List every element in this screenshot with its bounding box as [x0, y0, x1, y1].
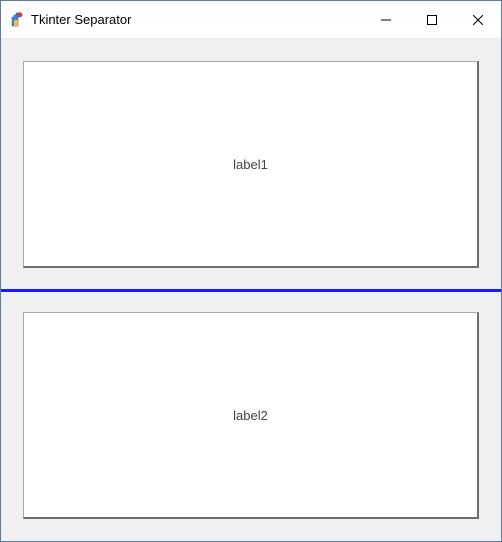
minimize-icon	[381, 15, 391, 25]
client-area: label1 label2	[1, 39, 501, 541]
separator-row	[1, 268, 501, 312]
maximize-button[interactable]	[409, 1, 455, 38]
app-icon	[9, 12, 25, 28]
label1-panel: label1	[23, 61, 479, 268]
app-window: Tkinter Separator label1	[0, 0, 502, 542]
label2-text: label2	[233, 408, 268, 423]
maximize-icon	[427, 15, 437, 25]
horizontal-separator	[1, 289, 501, 292]
label2-panel: label2	[23, 312, 479, 519]
label1-text: label1	[233, 157, 268, 172]
close-icon	[473, 15, 483, 25]
window-title: Tkinter Separator	[31, 12, 363, 27]
window-controls	[363, 1, 501, 38]
minimize-button[interactable]	[363, 1, 409, 38]
titlebar[interactable]: Tkinter Separator	[1, 1, 501, 39]
close-button[interactable]	[455, 1, 501, 38]
